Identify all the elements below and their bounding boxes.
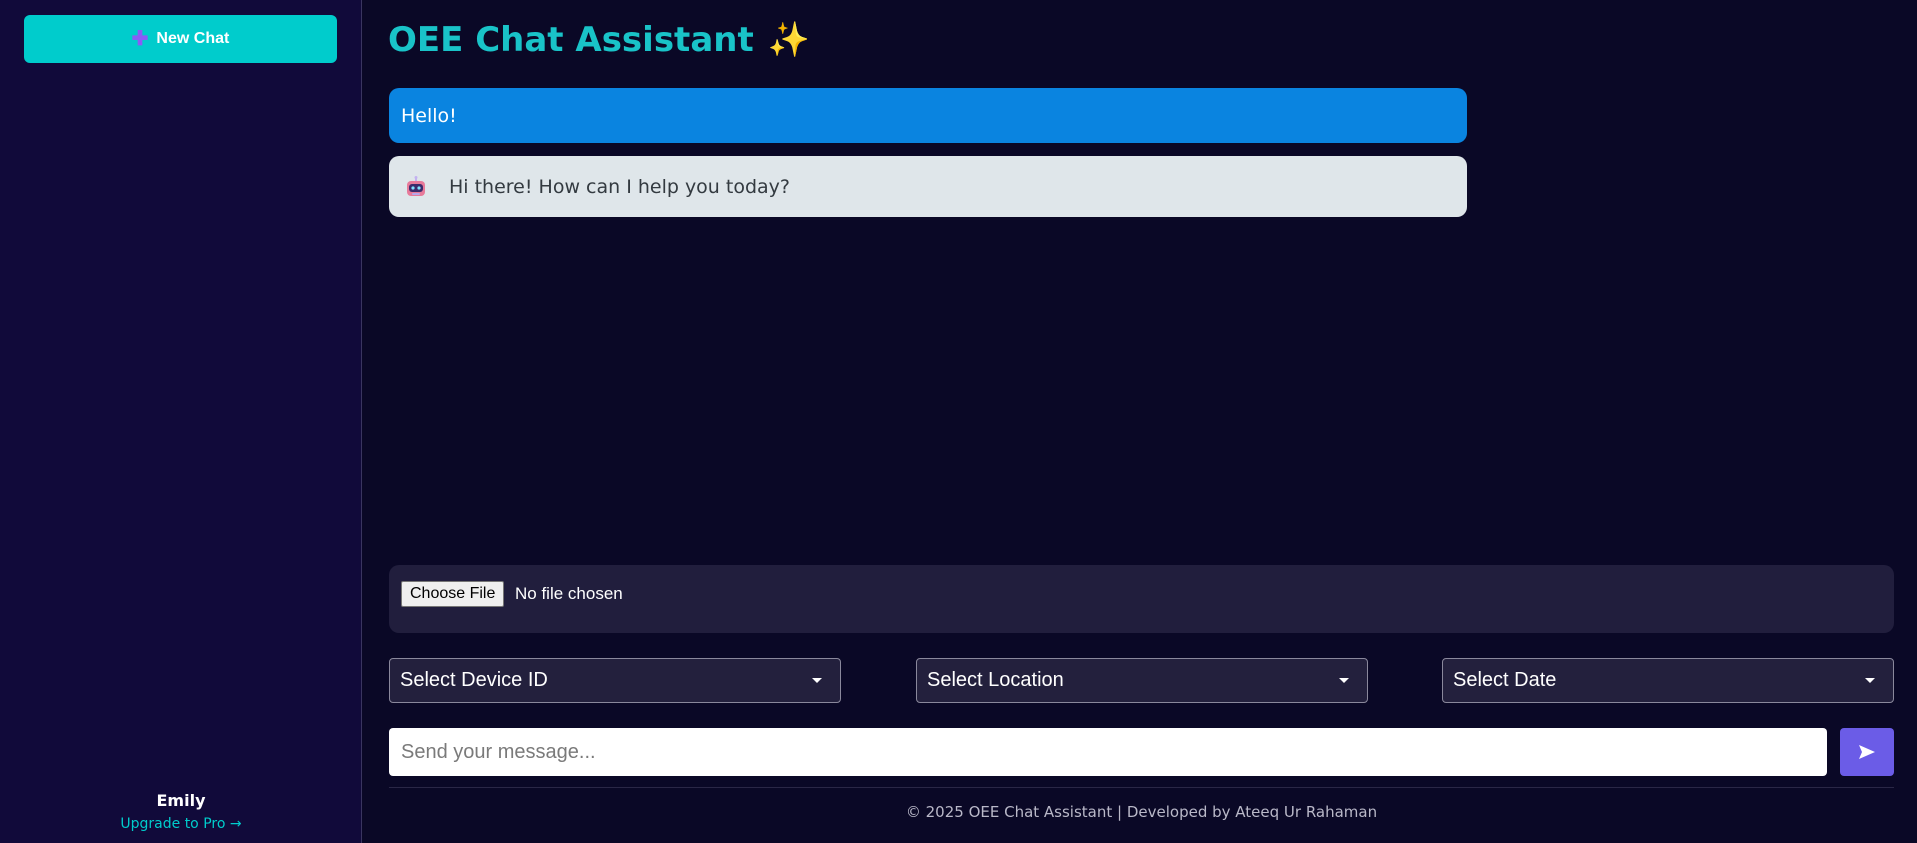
chevron-down-icon — [812, 678, 822, 683]
send-button[interactable] — [1840, 728, 1894, 776]
send-icon — [1859, 745, 1875, 759]
assistant-message-text: Hi there! How can I help you today? — [449, 175, 790, 198]
location-select[interactable]: Select Location — [916, 658, 1368, 703]
footer-text: © 2025 OEE Chat Assistant | Developed by… — [905, 803, 1378, 821]
user-name: Emily — [156, 791, 206, 810]
user-message: Hello! — [389, 88, 1467, 143]
assistant-message: Hi there! How can I help you today? — [389, 156, 1467, 217]
location-select-label: Select Location — [927, 669, 1064, 691]
upgrade-link[interactable]: Upgrade to Pro → — [0, 816, 362, 832]
date-select-label: Select Date — [1453, 669, 1557, 691]
user-message-text: Hello! — [401, 104, 457, 127]
file-status: No file chosen — [515, 584, 623, 603]
date-select[interactable]: Select Date — [1442, 658, 1894, 703]
footer-divider — [389, 787, 1894, 788]
page-title-text: OEE Chat Assistant — [388, 20, 754, 60]
new-chat-button[interactable]: ✚ New Chat — [24, 15, 337, 63]
robot-icon — [403, 174, 429, 200]
sparkles-icon: ✨ — [767, 20, 811, 60]
device-id-select-label: Select Device ID — [400, 669, 548, 691]
message-input[interactable] — [389, 728, 1827, 776]
new-chat-label: New Chat — [156, 30, 230, 47]
choose-file-button[interactable]: Choose File — [401, 581, 505, 607]
file-upload-panel: Choose File No file chosen — [389, 565, 1894, 633]
plus-icon: ✚ — [131, 28, 149, 50]
page-title: OEE Chat Assistant ✨ — [388, 20, 810, 60]
user-profile: Emily Upgrade to Pro → — [0, 791, 362, 832]
sidebar: ✚ New Chat Emily Upgrade to Pro → — [0, 0, 362, 843]
chevron-down-icon — [1339, 678, 1349, 683]
device-id-select[interactable]: Select Device ID — [389, 658, 841, 703]
chat-main: OEE Chat Assistant ✨ Hello! Hi there! Ho… — [363, 0, 1917, 843]
chevron-down-icon — [1865, 678, 1875, 683]
